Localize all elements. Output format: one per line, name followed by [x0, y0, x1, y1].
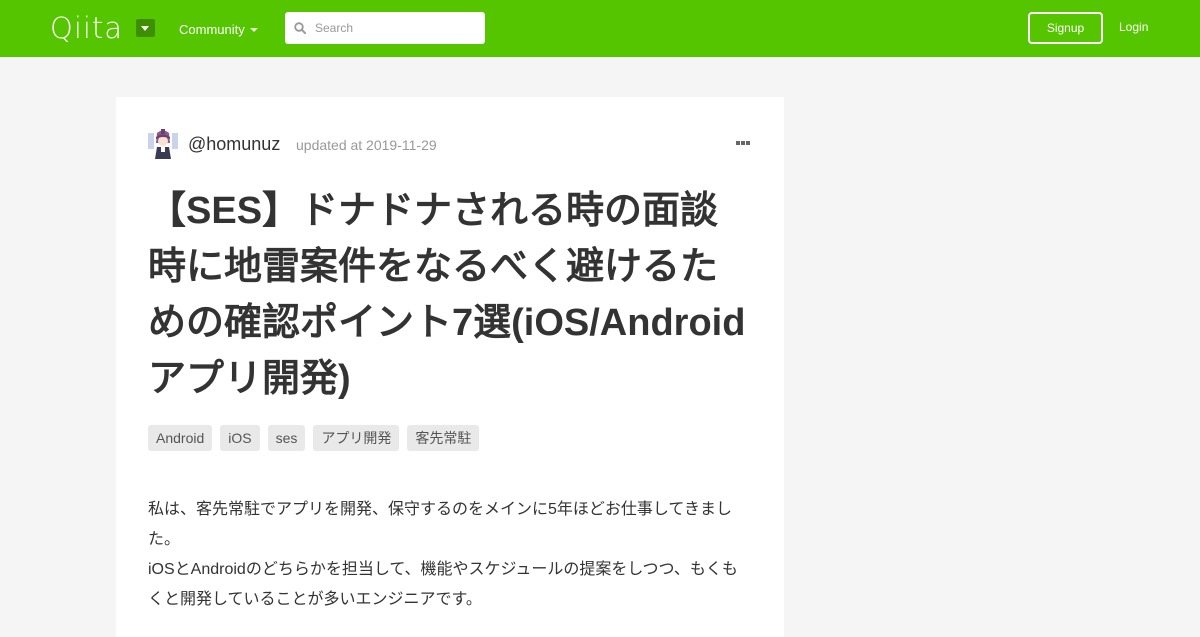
article-card: @homunuz updated at 2019-11-29 【SES】ドナドナ…	[116, 97, 784, 637]
community-menu[interactable]: Community	[179, 22, 245, 37]
qiita-logo[interactable]: Qiita	[50, 11, 123, 45]
tag[interactable]: Android	[148, 425, 213, 451]
caret-down-icon[interactable]	[250, 28, 258, 32]
global-header: Qiita Community Signup Login	[0, 0, 1200, 57]
login-link[interactable]: Login	[1119, 20, 1148, 34]
logo-menu-icon[interactable]	[136, 19, 155, 37]
search-box[interactable]	[285, 12, 485, 44]
tag[interactable]: アプリ開発	[313, 425, 400, 451]
tag[interactable]: ses	[267, 425, 306, 451]
search-icon	[294, 22, 306, 34]
signup-button[interactable]: Signup	[1028, 12, 1103, 44]
body-paragraph: 私は、客先常駐でアプリを開発、保守するのをメインに5年ほどお仕事してきました。	[148, 501, 732, 548]
updated-date: updated at 2019-11-29	[296, 137, 437, 153]
article-body: 私は、客先常駐でアプリを開発、保守するのをメインに5年ほどお仕事してきました。 …	[148, 495, 752, 615]
search-input[interactable]	[315, 12, 475, 44]
body-paragraph: iOSとAndroidのどちらかを担当して、機能やスケジュールの提案をしつつ、も…	[148, 561, 738, 608]
avatar[interactable]	[148, 129, 178, 159]
more-options-icon[interactable]	[736, 141, 752, 147]
tag[interactable]: 客先常駐	[407, 425, 480, 451]
tag[interactable]: iOS	[220, 425, 260, 451]
article-title: 【SES】ドナドナされる時の面談時に地雷案件をなるべく避けるための確認ポイント7…	[148, 190, 746, 400]
tag-list: Android iOS ses アプリ開発 客先常駐	[148, 425, 748, 451]
author-username[interactable]: @homunuz	[188, 134, 280, 155]
